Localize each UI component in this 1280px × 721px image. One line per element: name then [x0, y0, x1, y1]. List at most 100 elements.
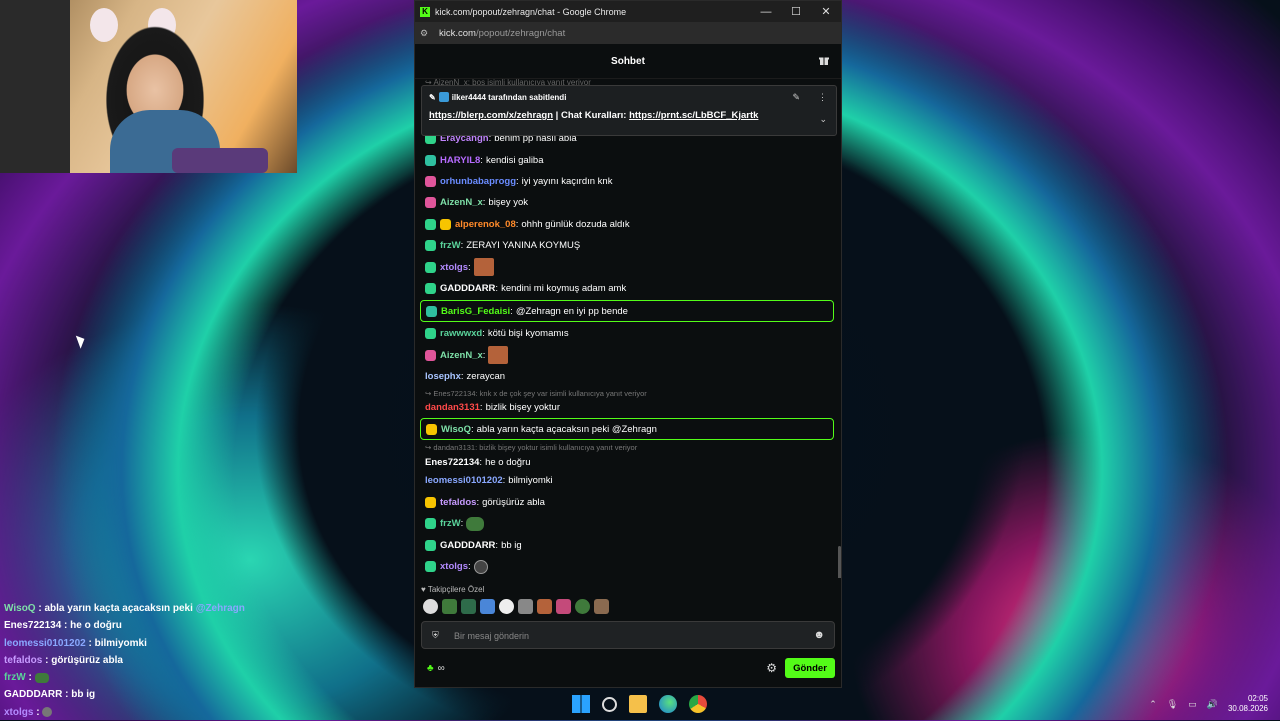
username[interactable]: rawwwxd: [440, 328, 482, 339]
username[interactable]: HARYIL8: [440, 155, 480, 166]
followers-only-label: ♥ Takipçilere Özel: [421, 585, 485, 594]
pin-icon: ✎: [429, 92, 436, 102]
message-text: zeraycan: [466, 371, 506, 383]
gifter-badge-icon: [425, 496, 436, 508]
chat-message: xtolgs:: [415, 556, 841, 577]
overlay-line: tefaldos : görüşürüz abla: [4, 654, 123, 666]
message-text: iyi yayını kaçırdın knk: [521, 175, 613, 187]
pinned-link-rules[interactable]: https://prnt.sc/LbBCF_Kjartk: [629, 110, 758, 121]
message-list: Eraycangn: benim pp nasıl abla HARYIL8: ke…: [415, 128, 841, 577]
chat-input[interactable]: ⛨ Bir mesaj gönderin ☻: [421, 621, 835, 649]
window-title: kick.com/popout/zehragn/chat - Google Ch…: [435, 6, 627, 17]
overlay-line: WisoQ : abla yarın kaçta açacaksın peki …: [4, 603, 245, 614]
search-icon[interactable]: [602, 697, 617, 712]
title-bar: K kick.com/popout/zehragn/chat - Google …: [415, 1, 841, 22]
emote-icon[interactable]: [575, 599, 590, 614]
username[interactable]: tefaldos: [440, 497, 476, 508]
chat-message: frzW: ZERAYI YANINA KOYMUŞ: [415, 235, 841, 256]
subscriber-badge-icon: [425, 240, 436, 252]
close-button[interactable]: ✕: [811, 5, 841, 18]
emote-icon[interactable]: [442, 599, 457, 614]
emote-icon[interactable]: [537, 599, 552, 614]
username[interactable]: AizenN_x: [440, 197, 483, 208]
subscriber-badge-icon: [425, 218, 436, 230]
gift-icon[interactable]: [819, 55, 829, 65]
emote-icon[interactable]: [594, 599, 609, 614]
subscriber-badge-icon: [426, 305, 437, 317]
reply-reference: ↪ Enes722134: knk x de çok şey var isiml…: [425, 389, 647, 399]
overlay-line: leomessi0101202 : bilmiyomki: [4, 637, 147, 649]
chat-message: losephx: zeraycan: [425, 371, 506, 383]
more-options-icon[interactable]: ⋮: [818, 92, 827, 103]
username[interactable]: alperenok_08: [455, 219, 516, 230]
shield-icon: ⛨: [432, 630, 439, 640]
subscriber-badge-icon: [425, 154, 436, 166]
unpin-icon[interactable]: ✎: [792, 92, 800, 103]
url-host: kick.com: [439, 27, 476, 39]
emote-icon[interactable]: [556, 599, 571, 614]
chat-message: orhunbabaprogg: iyi yayını kaçırdın knk: [415, 171, 841, 192]
address-bar[interactable]: ⚙ kick.com/popout/zehragn/chat: [415, 22, 841, 44]
chat-header: Sohbet: [415, 44, 841, 79]
subscriber-badge-icon: [425, 175, 436, 187]
network-icon[interactable]: ▭: [1188, 699, 1197, 710]
pinned-message: ✎ ilker4444 tarafından sabitlendi ✎ ⋮ http…: [421, 85, 837, 136]
username[interactable]: frzW: [440, 240, 461, 251]
volume-icon[interactable]: 🔊: [1207, 699, 1218, 710]
chrome-icon[interactable]: [689, 695, 707, 713]
emoji-picker-icon[interactable]: ☻: [813, 629, 825, 641]
gifter-badge-icon: [440, 218, 451, 230]
username[interactable]: xtolgs: [440, 561, 468, 572]
username[interactable]: GADDDARR: [440, 540, 495, 551]
chat-message: AizenN_x:: [415, 345, 841, 366]
username[interactable]: orhunbabaprogg: [440, 176, 516, 187]
message-text: ZERAYI YANINA KOYMUŞ: [466, 240, 581, 252]
file-explorer-icon[interactable]: [629, 695, 647, 713]
minimize-button[interactable]: —: [751, 6, 781, 18]
send-button[interactable]: Gönder: [785, 658, 835, 678]
microphone-icon[interactable]: 🎙: [1167, 699, 1178, 710]
username[interactable]: GADDDARR: [440, 283, 495, 294]
username[interactable]: dandan3131: [425, 402, 480, 413]
chat-message: leomessi0101202: bilmiyomki: [425, 475, 553, 487]
message-text: kendini mi koymuş adam amk: [501, 282, 627, 294]
username[interactable]: frzW: [440, 518, 461, 529]
chevron-up-icon[interactable]: ⌃: [1149, 699, 1157, 710]
infinity-icon[interactable]: ∞: [438, 663, 445, 674]
edge-icon[interactable]: [659, 695, 677, 713]
subscriber-badge-icon: [425, 261, 436, 273]
moderator-badge-icon: [438, 92, 449, 102]
username[interactable]: WisoQ: [441, 424, 471, 435]
windows-start-icon[interactable]: [572, 695, 590, 713]
message-text: @Zehragn en iyi pp bende: [515, 305, 628, 317]
emote-icon[interactable]: [423, 599, 438, 614]
username[interactable]: Enes722134: [425, 457, 479, 468]
emote-icon[interactable]: [518, 599, 533, 614]
site-settings-icon[interactable]: ⚙: [420, 28, 434, 39]
emote-icon[interactable]: [499, 599, 514, 614]
username[interactable]: losephx: [425, 371, 461, 382]
pinned-link-blerp[interactable]: https://blerp.com/x/zehragn: [429, 110, 553, 121]
chrome-window: K kick.com/popout/zehragn/chat - Google …: [414, 0, 842, 688]
emote-icon[interactable]: [480, 599, 495, 614]
username[interactable]: xtolgs: [440, 262, 468, 273]
chat-scrollbar[interactable]: [838, 546, 841, 578]
username[interactable]: leomessi0101202: [425, 475, 503, 486]
maximize-button[interactable]: ☐: [781, 5, 811, 18]
emote-quickbar: [423, 599, 609, 614]
subscriber-badge-icon: [426, 423, 437, 435]
emote-icon[interactable]: [461, 599, 476, 614]
overlay-line: frzW :: [4, 669, 284, 686]
kick-logo-icon: K: [420, 6, 430, 17]
clock[interactable]: 02:05 30.08.2026: [1228, 694, 1268, 714]
subscriber-badge-icon: [425, 349, 436, 361]
message-text: görüşürüz abla: [482, 496, 545, 508]
chat-message: AizenN_x: bişey yok: [415, 192, 841, 213]
chat-messages-area[interactable]: ↪ AizenN_x: bos isimli kullanıcıya yanıt…: [415, 78, 841, 578]
points-icon[interactable]: ♣: [427, 663, 434, 674]
face-emote-icon: [488, 346, 509, 365]
chevron-down-icon[interactable]: ⌄: [819, 114, 827, 125]
gear-icon[interactable]: ⚙: [766, 661, 777, 675]
username[interactable]: BarisG_Fedaisi: [441, 306, 510, 317]
username[interactable]: AizenN_x: [440, 350, 483, 361]
